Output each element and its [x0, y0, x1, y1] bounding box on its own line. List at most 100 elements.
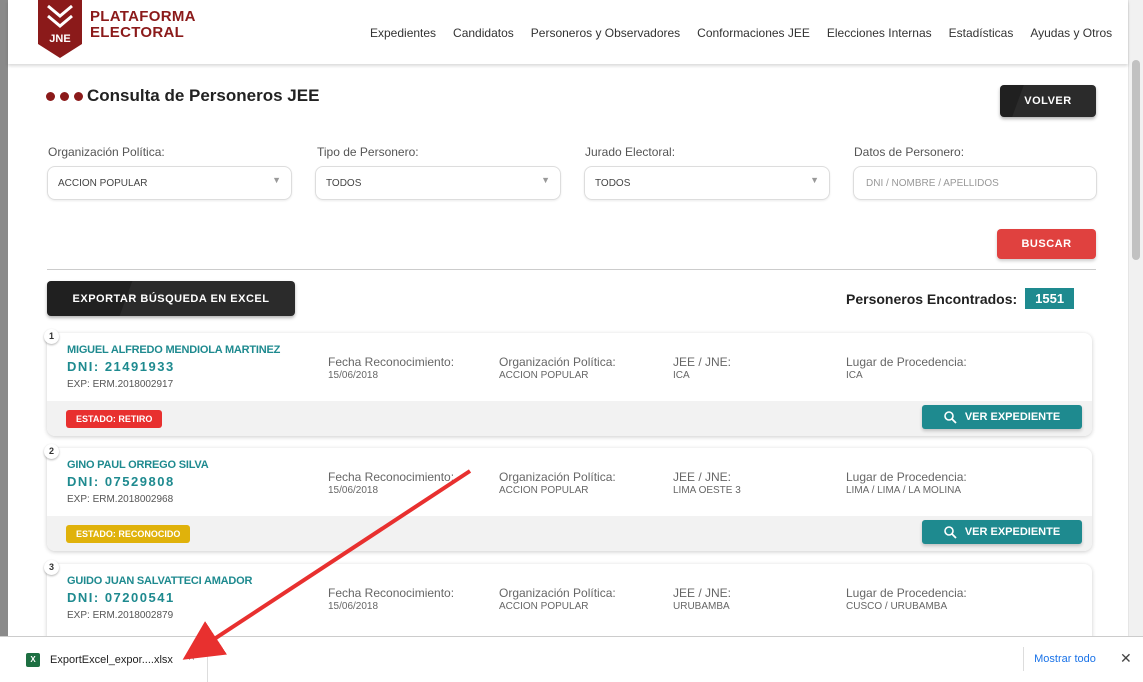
lugar-field: Lugar de Procedencia: LIMA / LIMA / LA MO… — [846, 470, 967, 496]
personero-name: MIGUEL ALFREDO MENDIOLA MARTINEZ — [67, 344, 281, 356]
datos-input[interactable] — [853, 166, 1097, 200]
search-icon — [944, 410, 957, 424]
fecha-value: 15/06/2018 — [328, 485, 379, 496]
datos-search-input[interactable] — [866, 177, 1096, 189]
brand-line1: PLATAFORMA — [90, 8, 196, 25]
lugar-field: Lugar de Procedencia: CUSCO / URUBAMBA — [846, 586, 967, 612]
fecha-field: Fecha Reconocimiento: 15/06/2018 — [328, 470, 454, 496]
nav-estadisticas[interactable]: Estadísticas — [949, 26, 1014, 40]
lugar-field: Lugar de Procedencia: ICA — [846, 355, 967, 381]
results-count-value: 1551 — [1025, 288, 1075, 309]
brand-name[interactable]: PLATAFORMA ELECTORAL — [90, 9, 196, 41]
back-button-label: VOLVER — [1024, 95, 1072, 107]
fecha-value: 15/06/2018 — [328, 370, 379, 381]
fecha-label: Fecha Reconocimiento: — [328, 470, 455, 484]
dot — [46, 91, 55, 101]
nav-expedientes[interactable]: Expedientes — [370, 26, 436, 40]
org-field: Organización Política: ACCION POPULAR — [499, 470, 616, 496]
jurado-select-value: TODOS — [595, 177, 631, 189]
org-label: Organización Política: — [499, 355, 616, 369]
download-item[interactable]: X ExportExcel_expor....xlsx ^ — [16, 637, 208, 682]
site-header: JNE PLATAFORMA ELECTORAL Expedientes Can… — [8, 0, 1128, 64]
dot — [60, 91, 69, 101]
org-label: Organización Política: — [499, 586, 616, 600]
org-value: ACCION POPULAR — [499, 370, 589, 381]
result-card: 2 GINO PAUL ORREGO SILVA DNI: 07529808 E… — [44, 444, 1092, 551]
org-select[interactable]: ACCION POPULAR ▼ — [47, 166, 292, 200]
close-icon[interactable]: ✕ — [1120, 650, 1132, 667]
lugar-value: ICA — [846, 370, 863, 381]
expediente-number: EXP: ERM.2018002968 — [67, 494, 174, 505]
datos-filter-label: Datos de Personero: — [854, 145, 965, 159]
jee-field: JEE / JNE: URUBAMBA — [673, 586, 731, 612]
chevron-down-icon: ▼ — [272, 175, 281, 185]
card-footer: ESTADO: RETIRO VER EXPEDIENTE — [47, 401, 1092, 436]
personero-dni: DNI: 07200541 — [67, 590, 175, 605]
results-count: Personeros Encontrados: 1551 — [846, 288, 1075, 309]
page-scrollbar[interactable] — [1128, 0, 1143, 636]
org-value: ACCION POPULAR — [499, 601, 589, 612]
brand-line2: ELECTORAL — [90, 24, 185, 41]
svg-text:JNE: JNE — [49, 33, 70, 45]
dot — [74, 91, 83, 101]
scrollbar-thumb[interactable] — [1132, 60, 1140, 260]
chevron-down-icon: ▼ — [810, 175, 819, 185]
title-dots — [46, 91, 83, 101]
personero-dni: DNI: 21491933 — [67, 359, 175, 374]
download-file-name: ExportExcel_expor....xlsx — [50, 653, 173, 666]
result-card: 1 MIGUEL ALFREDO MENDIOLA MARTINEZ DNI: … — [44, 329, 1092, 436]
jee-field: JEE / JNE: LIMA OESTE 3 — [673, 470, 741, 496]
excel-file-icon: X — [26, 652, 40, 667]
tipo-filter-label: Tipo de Personero: — [317, 145, 419, 159]
jne-logo[interactable]: JNE — [38, 0, 82, 60]
result-index: 3 — [44, 560, 59, 575]
main-nav: Expedientes Candidatos Personeros y Obse… — [370, 26, 1129, 40]
expediente-number: EXP: ERM.2018002879 — [67, 610, 174, 621]
org-field: Organización Política: ACCION POPULAR — [499, 355, 616, 381]
lugar-value: CUSCO / URUBAMBA — [846, 601, 948, 612]
status-badge: ESTADO: RECONOCIDO — [66, 525, 191, 543]
nav-candidatos[interactable]: Candidatos — [453, 26, 514, 40]
nav-ayudas[interactable]: Ayudas y Otros — [1030, 26, 1112, 40]
jee-label: JEE / JNE: — [673, 586, 732, 600]
status-badge: ESTADO: RETIRO — [66, 410, 163, 428]
personero-name: GINO PAUL ORREGO SILVA — [67, 459, 209, 471]
result-index: 2 — [44, 444, 59, 459]
result-card: 3 GUIDO JUAN SALVATTECI AMADOR DNI: 0720… — [44, 560, 1092, 636]
fecha-field: Fecha Reconocimiento: 15/06/2018 — [328, 355, 454, 381]
personero-name: GUIDO JUAN SALVATTECI AMADOR — [67, 575, 253, 587]
nav-personeros[interactable]: Personeros y Observadores — [531, 26, 680, 40]
chevron-up-icon[interactable]: ^ — [189, 654, 194, 666]
back-button[interactable]: VOLVER — [1000, 85, 1096, 117]
view-expediente-label: VER EXPEDIENTE — [964, 411, 1061, 423]
main-content: Consulta de Personeros JEE VOLVER Organi… — [8, 64, 1128, 636]
view-expediente-button[interactable]: VER EXPEDIENTE — [922, 405, 1082, 429]
result-index: 1 — [44, 329, 59, 344]
jee-value: LIMA OESTE 3 — [673, 485, 741, 496]
nav-elecciones[interactable]: Elecciones Internas — [827, 26, 932, 40]
jee-label: JEE / JNE: — [673, 470, 732, 484]
tipo-select[interactable]: TODOS ▼ — [315, 166, 561, 200]
show-all-downloads-button[interactable]: Mostrar todo — [1023, 647, 1106, 671]
jee-label: JEE / JNE: — [673, 355, 732, 369]
nav-conformaciones[interactable]: Conformaciones JEE — [697, 26, 810, 40]
page-title-text: Consulta de Personeros JEE — [87, 86, 320, 105]
divider — [47, 269, 1096, 270]
tipo-select-value: TODOS — [326, 177, 362, 189]
lugar-label: Lugar de Procedencia: — [846, 470, 967, 484]
fecha-value: 15/06/2018 — [328, 601, 379, 612]
jurado-select[interactable]: TODOS ▼ — [584, 166, 830, 200]
search-button[interactable]: BUSCAR — [997, 229, 1096, 259]
card-footer: ESTADO: RECONOCIDO VER EXPEDIENTE — [47, 516, 1092, 551]
export-excel-button[interactable]: EXPORTAR BÚSQUEDA EN EXCEL — [47, 281, 295, 316]
search-icon — [944, 525, 957, 539]
page-title: Consulta de Personeros JEE — [46, 86, 319, 106]
lugar-label: Lugar de Procedencia: — [846, 355, 967, 369]
view-expediente-label: VER EXPEDIENTE — [964, 526, 1061, 538]
results-count-label: Personeros Encontrados: — [846, 290, 1018, 307]
fecha-label: Fecha Reconocimiento: — [328, 355, 455, 369]
org-filter-label: Organización Política: — [48, 145, 165, 159]
view-expediente-button[interactable]: VER EXPEDIENTE — [922, 520, 1082, 544]
jee-field: JEE / JNE: ICA — [673, 355, 731, 381]
jurado-filter-label: Jurado Electoral: — [585, 145, 676, 159]
